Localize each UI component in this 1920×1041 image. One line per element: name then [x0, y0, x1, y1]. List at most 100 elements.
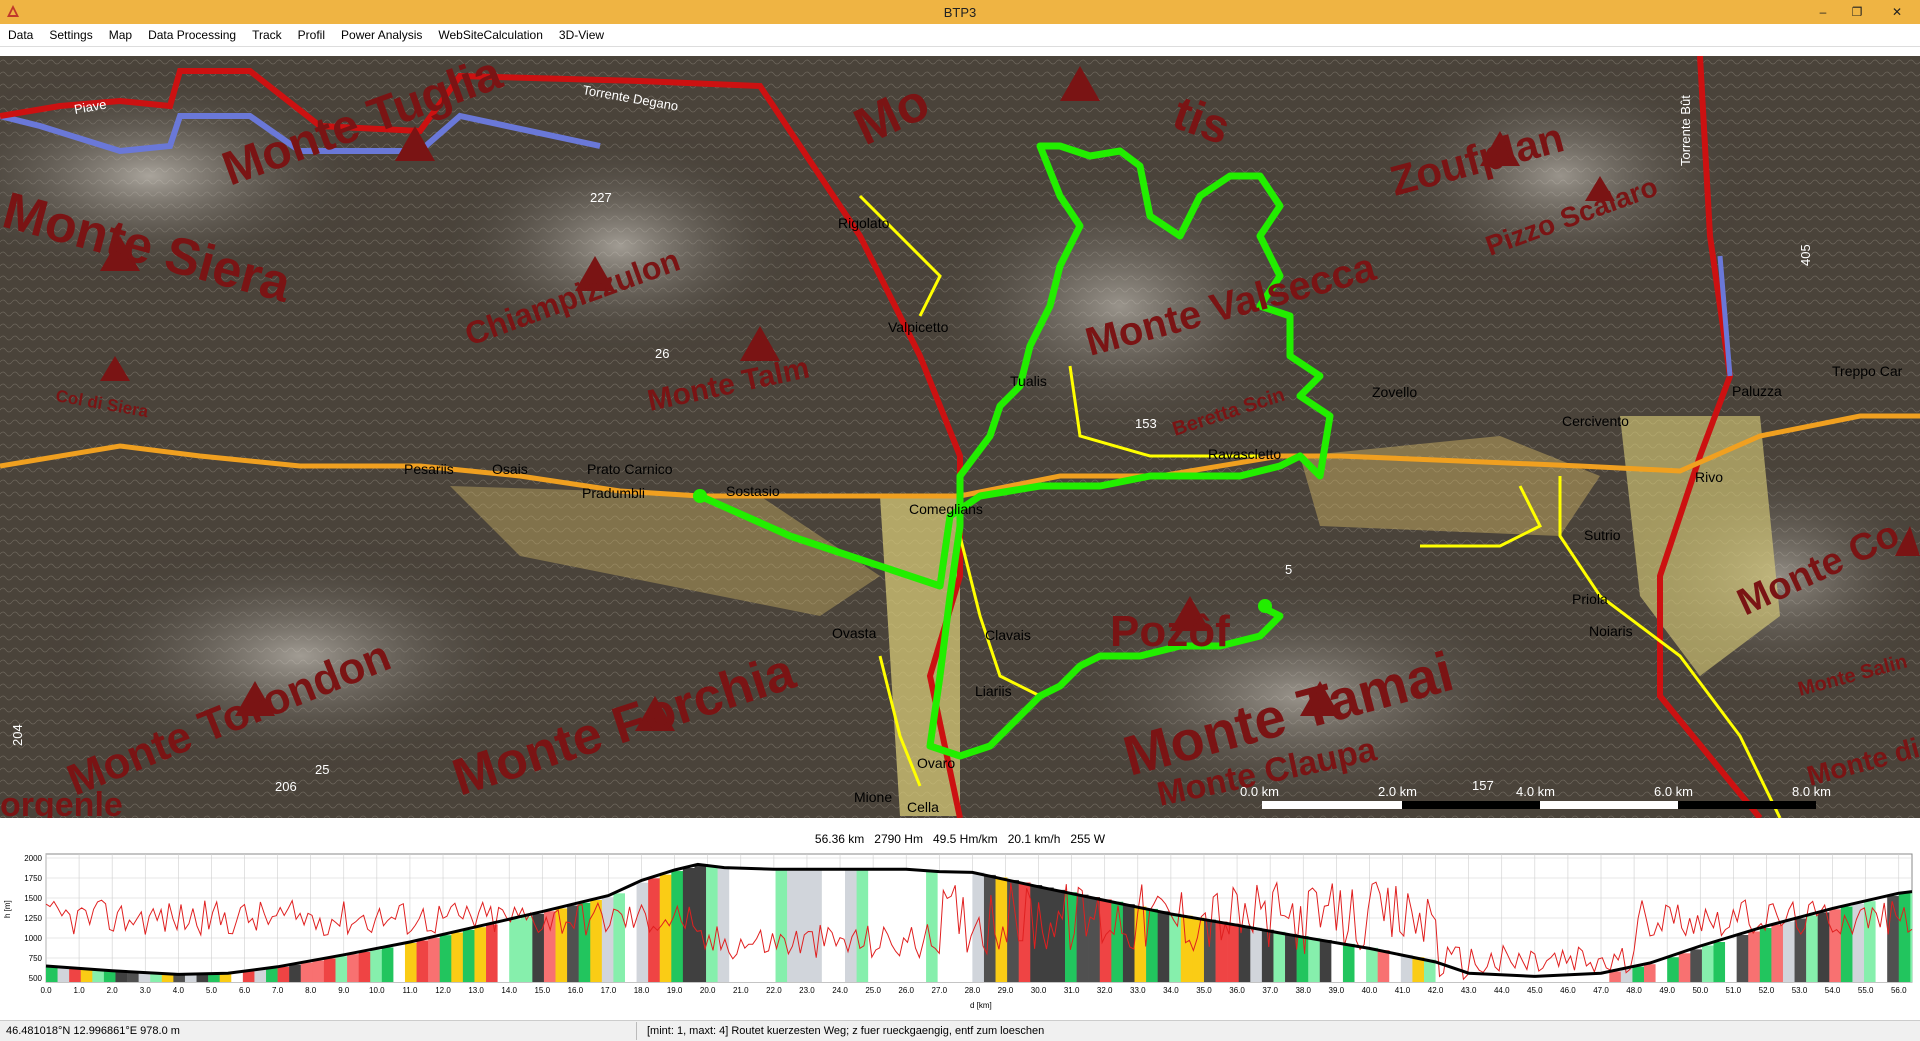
menu-settings[interactable]: Settings	[41, 28, 100, 42]
gradient-band	[289, 964, 302, 982]
x-tick-label: 23.0	[799, 986, 815, 995]
gradient-band	[1076, 894, 1089, 982]
svg-text:Paluzza: Paluzza	[1732, 383, 1782, 399]
menu-bar: Data Settings Map Data Processing Track …	[0, 24, 1920, 47]
x-tick-label: 7.0	[272, 986, 284, 995]
menu-data-processing[interactable]: Data Processing	[140, 28, 244, 42]
gradient-band	[404, 942, 417, 982]
gradient-band	[1701, 945, 1714, 982]
stat-ascent: 2790 Hm	[874, 832, 923, 846]
gradient-band	[601, 897, 614, 982]
gradient-band	[1273, 931, 1286, 982]
gradient-band	[1759, 928, 1772, 982]
svg-text:Tualis: Tualis	[1010, 373, 1047, 389]
gradient-band	[300, 962, 313, 982]
gradient-band	[1910, 891, 1913, 982]
close-button[interactable]: ✕	[1874, 0, 1920, 24]
track-stats: 56.36 km 2790 Hm 49.5 Hm/km 20.1 km/h 25…	[0, 832, 1920, 846]
y-tick-label: 1250	[24, 914, 42, 923]
gradient-band	[439, 935, 452, 982]
x-tick-label: 22.0	[766, 986, 782, 995]
menu-map[interactable]: Map	[101, 28, 140, 42]
menu-website-calculation[interactable]: WebSiteCalculation	[430, 28, 551, 42]
profile-x-label: d [km]	[970, 1001, 992, 1010]
x-tick-label: 16.0	[568, 986, 584, 995]
gradient-band	[1400, 954, 1413, 982]
x-tick-label: 55.0	[1858, 986, 1874, 995]
gradient-band	[914, 869, 927, 982]
x-tick-label: 48.0	[1626, 986, 1642, 995]
menu-track[interactable]: Track	[244, 28, 290, 42]
x-tick-label: 14.0	[501, 986, 517, 995]
svg-text:Pesariis: Pesariis	[404, 461, 454, 477]
menu-data[interactable]: Data	[0, 28, 41, 42]
gradient-band	[462, 929, 475, 982]
x-tick-label: 21.0	[733, 986, 749, 995]
svg-text:Rigolato: Rigolato	[838, 215, 890, 231]
gradient-band	[1667, 957, 1680, 982]
gradient-band	[555, 908, 568, 982]
maximize-button[interactable]: ❐	[1840, 0, 1874, 24]
x-tick-label: 9.0	[338, 986, 350, 995]
gradient-band	[1829, 909, 1842, 982]
gradient-band	[1041, 887, 1054, 982]
x-tick-label: 13.0	[468, 986, 484, 995]
gradient-band	[381, 947, 394, 982]
gradient-band	[497, 921, 510, 982]
gradient-band	[694, 865, 707, 982]
gradient-band	[729, 867, 742, 982]
x-tick-label: 35.0	[1196, 986, 1212, 995]
track-end-marker[interactable]	[1258, 599, 1272, 613]
gradient-band	[1088, 897, 1101, 982]
x-tick-label: 47.0	[1593, 986, 1609, 995]
map-canvas[interactable]: Monte Tuglia Monte Siera Chiampizzulon M…	[0, 56, 1920, 818]
gradient-band	[717, 866, 730, 982]
minimize-button[interactable]: –	[1806, 0, 1840, 24]
map-view[interactable]: Monte Tuglia Monte Siera Chiampizzulon M…	[0, 56, 1920, 818]
gradient-band	[1366, 947, 1378, 982]
gradient-band	[1678, 953, 1691, 982]
gradient-band	[1620, 969, 1633, 982]
elevation-profile[interactable]: 2000 1750 1500 1250 1000 750 500 0.0 1.0 2.0 3.0 4…	[0, 848, 1920, 1018]
gradient-band	[1725, 938, 1737, 982]
x-tick-label: 42.0	[1428, 986, 1444, 995]
gradient-band	[335, 956, 348, 982]
x-tick-label: 2.0	[107, 986, 119, 995]
svg-text:Liariis: Liariis	[975, 683, 1012, 699]
gradient-band	[1319, 940, 1332, 982]
gradient-band	[1250, 927, 1263, 982]
menu-profil[interactable]: Profil	[290, 28, 333, 42]
svg-text:Cella: Cella	[907, 799, 939, 815]
profile-chart[interactable]: 2000 1750 1500 1250 1000 750 500 0.0 1.0 2.0 3.0 4…	[0, 848, 1920, 1018]
gradient-band	[659, 874, 672, 982]
menu-power-analysis[interactable]: Power Analysis	[333, 28, 430, 42]
svg-text:8.0 km: 8.0 km	[1792, 784, 1831, 799]
gradient-band	[1157, 911, 1170, 982]
gradient-band	[323, 958, 336, 982]
gradient-band	[1782, 921, 1795, 982]
svg-text:Pradumbli: Pradumbli	[582, 485, 645, 501]
svg-text:Osais: Osais	[492, 461, 528, 477]
gradient-band	[1053, 889, 1066, 982]
x-tick-label: 49.0	[1659, 986, 1675, 995]
gradient-band	[1296, 936, 1309, 982]
gradient-band	[1331, 941, 1344, 982]
gradient-band	[1377, 950, 1390, 982]
x-tick-label: 32.0	[1097, 986, 1113, 995]
track-start-marker[interactable]	[693, 489, 707, 503]
menu-3d-view[interactable]: 3D-View	[551, 28, 612, 42]
gradient-band	[1817, 912, 1830, 982]
x-tick-label: 37.0	[1262, 986, 1278, 995]
gradient-band	[798, 869, 811, 982]
gradient-band	[1342, 943, 1355, 982]
svg-text:26: 26	[655, 346, 669, 361]
gradient-band	[509, 919, 522, 982]
stat-distance: 56.36 km	[814, 832, 865, 846]
svg-text:25: 25	[315, 762, 329, 777]
svg-text:227: 227	[590, 190, 612, 205]
x-tick-label: 43.0	[1461, 986, 1477, 995]
x-tick-label: 10.0	[369, 986, 385, 995]
profile-y-axis: 2000 1750 1500 1250 1000 750 500	[24, 854, 42, 983]
gradient-band	[1806, 915, 1819, 982]
gradient-band	[902, 869, 915, 982]
